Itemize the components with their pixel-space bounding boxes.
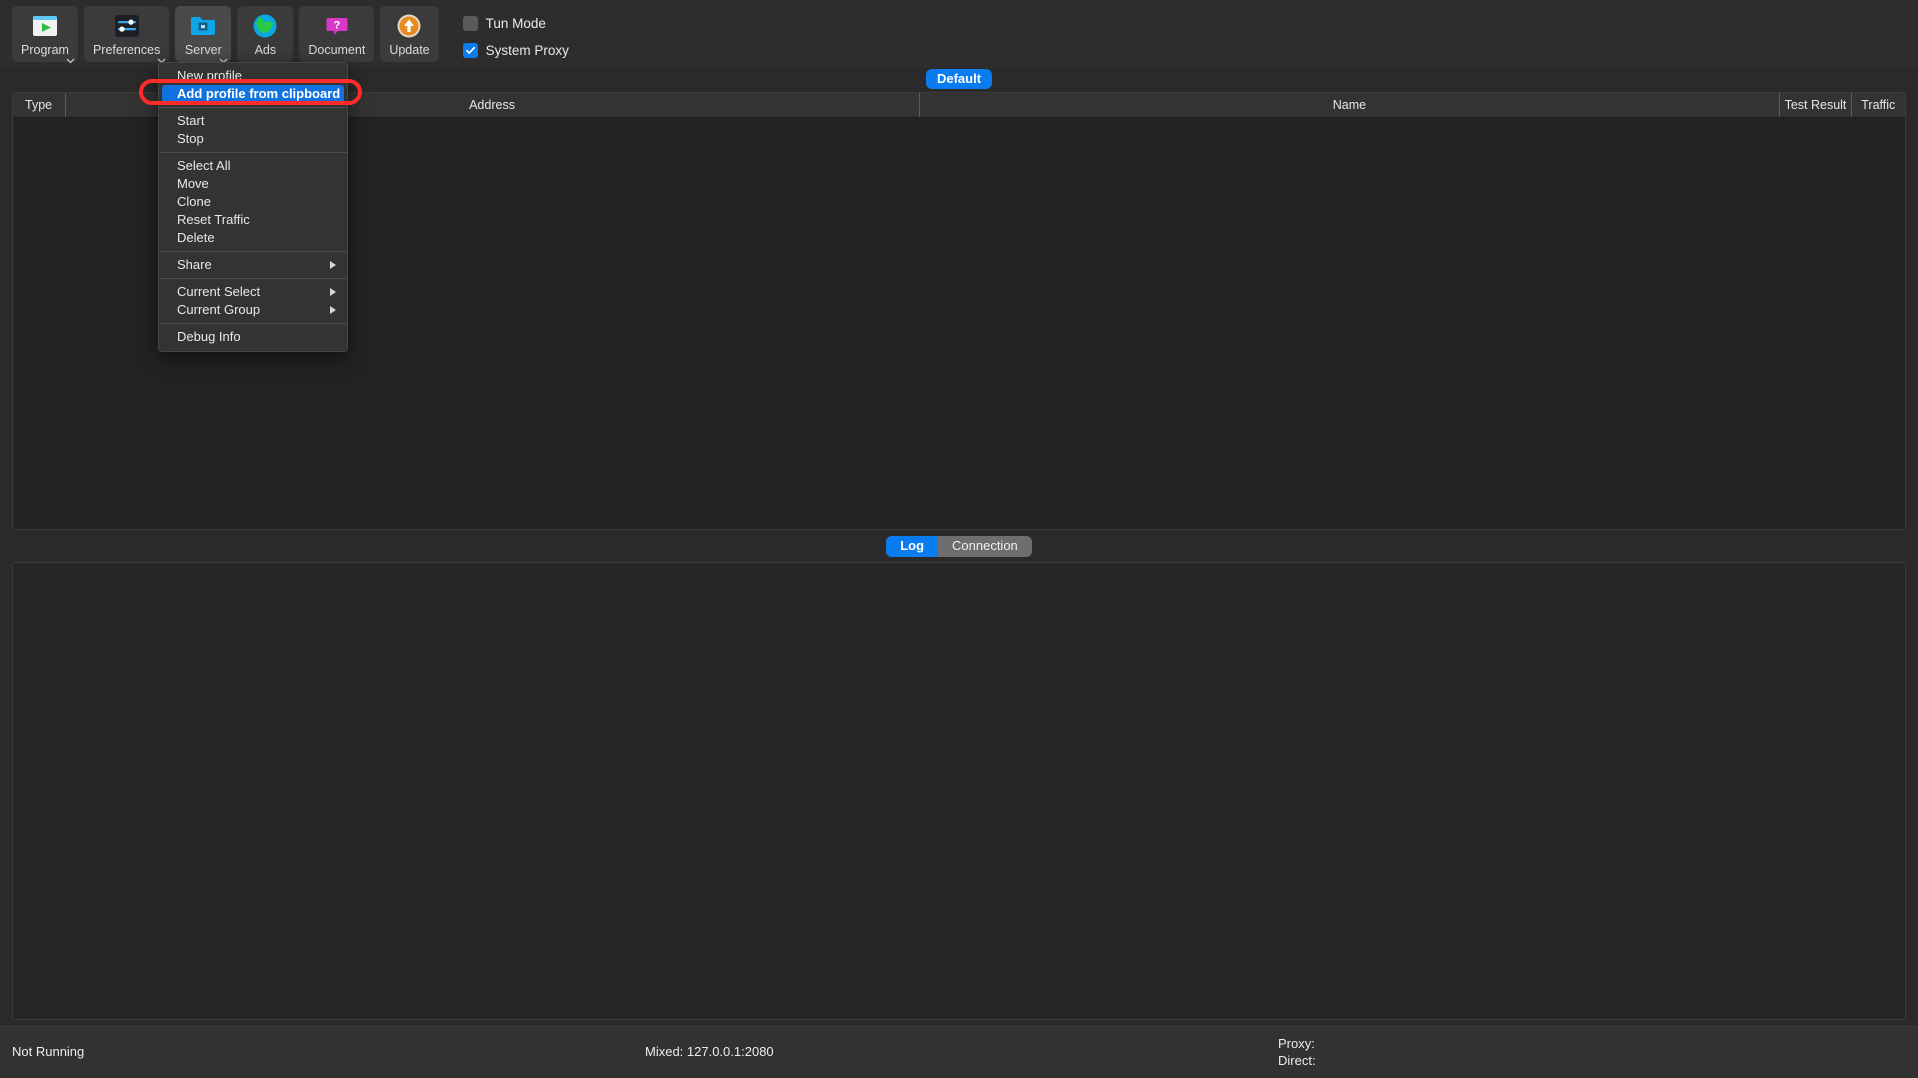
menu-item-share[interactable]: Share bbox=[159, 256, 347, 274]
menu-item-add-profile-from-clipboard[interactable]: Add profile from clipboard bbox=[162, 85, 344, 103]
toolbar-checkbox-group: Tun Mode System Proxy bbox=[462, 6, 569, 58]
menu-separator bbox=[159, 323, 347, 324]
menu-item-new-profile[interactable]: New profile bbox=[159, 67, 347, 85]
menu-item-delete[interactable]: Delete bbox=[159, 229, 347, 247]
column-header-test-result[interactable]: Test Result bbox=[1780, 93, 1852, 117]
menu-item-current-select[interactable]: Current Select bbox=[159, 283, 347, 301]
toolbar-label: Program bbox=[21, 43, 69, 57]
menu-item-select-all[interactable]: Select All bbox=[159, 157, 347, 175]
status-bar: Not Running Mixed: 127.0.0.1:2080 Proxy:… bbox=[0, 1026, 1918, 1078]
program-icon bbox=[31, 12, 59, 40]
menu-item-clone[interactable]: Clone bbox=[159, 193, 347, 211]
column-header-name[interactable]: Name bbox=[920, 93, 1781, 117]
main-toolbar: Program Preferences Server Ads ? Documen… bbox=[0, 0, 1918, 68]
submenu-arrow-icon bbox=[330, 306, 336, 314]
ads-globe-icon bbox=[251, 12, 279, 40]
menu-separator bbox=[159, 152, 347, 153]
toolbar-button-document[interactable]: ? Document bbox=[299, 6, 375, 62]
menu-item-label: Current Group bbox=[177, 302, 261, 317]
toolbar-button-update[interactable]: Update bbox=[380, 6, 439, 62]
menu-item-label: Current Select bbox=[177, 284, 261, 299]
menu-item-start[interactable]: Start bbox=[159, 112, 347, 130]
group-tab-default[interactable]: Default bbox=[925, 69, 993, 89]
status-mixed-port: Mixed: 127.0.0.1:2080 bbox=[645, 1044, 774, 1059]
document-icon: ? bbox=[323, 12, 351, 40]
submenu-arrow-icon bbox=[330, 261, 336, 269]
menu-item-reset-traffic[interactable]: Reset Traffic bbox=[159, 211, 347, 229]
column-header-traffic[interactable]: Traffic bbox=[1852, 93, 1905, 117]
checkbox-system-proxy[interactable]: System Proxy bbox=[462, 43, 569, 58]
submenu-arrow-icon bbox=[330, 288, 336, 296]
chevron-down-icon bbox=[219, 52, 228, 64]
tab-log[interactable]: Log bbox=[886, 535, 939, 557]
svg-text:?: ? bbox=[333, 20, 340, 32]
chevron-down-icon bbox=[66, 52, 75, 64]
toolbar-label: Server bbox=[184, 43, 222, 57]
status-traffic-block: Proxy: Direct: bbox=[1278, 1035, 1316, 1069]
menu-separator bbox=[159, 107, 347, 108]
menu-item-stop[interactable]: Stop bbox=[159, 130, 347, 148]
toolbar-label: Preferences bbox=[92, 43, 161, 57]
menu-item-current-group[interactable]: Current Group bbox=[159, 301, 347, 319]
segmented-control: Log Connection bbox=[886, 535, 1032, 557]
toolbar-button-preferences[interactable]: Preferences bbox=[83, 6, 170, 64]
toolbar-button-ads[interactable]: Ads bbox=[237, 6, 294, 62]
column-header-type[interactable]: Type bbox=[13, 93, 66, 117]
menu-item-label: Share bbox=[177, 257, 212, 272]
preferences-icon bbox=[113, 12, 141, 40]
update-icon bbox=[395, 12, 423, 40]
status-running-state: Not Running bbox=[12, 1044, 85, 1059]
menu-separator bbox=[159, 251, 347, 252]
menu-item-debug-info[interactable]: Debug Info bbox=[159, 328, 347, 346]
status-proxy-traffic: Proxy: bbox=[1278, 1036, 1315, 1051]
checkbox-label: Tun Mode bbox=[485, 16, 546, 31]
checkbox-check-icon bbox=[462, 43, 478, 58]
toolbar-button-program[interactable]: Program bbox=[12, 6, 78, 64]
toolbar-label: Update bbox=[389, 43, 430, 57]
checkbox-label: System Proxy bbox=[485, 43, 569, 58]
toolbar-button-server[interactable]: Server bbox=[175, 6, 232, 64]
server-icon bbox=[189, 12, 217, 40]
log-output-pane[interactable] bbox=[12, 562, 1906, 1020]
checkbox-box-unchecked-icon bbox=[462, 16, 478, 31]
menu-item-move[interactable]: Move bbox=[159, 175, 347, 193]
status-direct-traffic: Direct: bbox=[1278, 1053, 1316, 1068]
tab-connection[interactable]: Connection bbox=[938, 535, 1032, 557]
chevron-down-icon bbox=[157, 52, 166, 64]
toolbar-label: Ads bbox=[254, 43, 277, 57]
server-dropdown-menu: New profile Add profile from clipboard S… bbox=[158, 62, 348, 352]
toolbar-label: Document bbox=[308, 43, 366, 57]
bottom-panel-tabs: Log Connection bbox=[0, 530, 1918, 562]
checkbox-tun-mode[interactable]: Tun Mode bbox=[462, 16, 569, 31]
menu-separator bbox=[159, 278, 347, 279]
